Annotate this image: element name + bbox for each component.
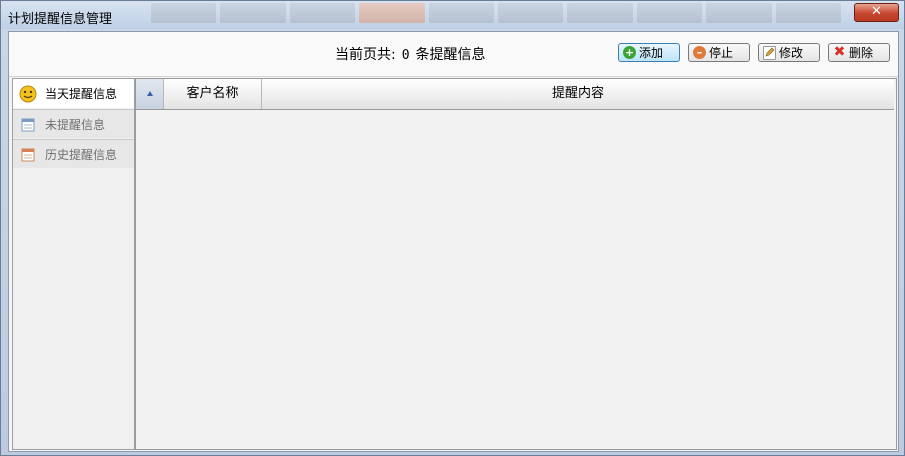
page-info-suffix: 条提醒信息 xyxy=(415,47,486,63)
sidebar-item-pending[interactable]: 未提醒信息 xyxy=(13,109,134,138)
stop-icon: – xyxy=(693,46,706,59)
title-bar[interactable]: 计划提醒信息管理 ✕ xyxy=(1,1,904,29)
toolbar: 当前页共: 0 条提醒信息 + 添加 – 停止 修改 ✖ 删除 xyxy=(9,32,898,77)
stop-button-label: 停止 xyxy=(709,46,734,60)
sidebar-item-label: 当天提醒信息 xyxy=(45,87,118,101)
column-header-customer-name[interactable]: 客户名称 xyxy=(164,79,262,109)
add-button-label: 添加 xyxy=(639,46,664,60)
delete-button-label: 删除 xyxy=(849,46,874,60)
calendar-icon xyxy=(19,115,37,133)
delete-icon: ✖ xyxy=(833,44,846,60)
edit-button-label: 修改 xyxy=(779,46,804,60)
grid-header: 客户名称 提醒内容 xyxy=(136,79,894,110)
add-icon: + xyxy=(623,46,636,59)
sidebar-item-today[interactable]: 当天提醒信息 xyxy=(13,79,134,108)
smiley-clock-icon xyxy=(19,85,37,103)
page-info: 当前页共: 0 条提醒信息 xyxy=(335,44,486,64)
app-window: 计划提醒信息管理 ✕ 当前页共: 0 条提醒信息 + 添加 – 停止 修改 ✖ … xyxy=(0,0,905,456)
reminder-grid[interactable]: 客户名称 提醒内容 xyxy=(135,78,897,450)
edit-button[interactable]: 修改 xyxy=(758,43,820,62)
delete-button[interactable]: ✖ 删除 xyxy=(828,43,890,62)
background-taskbar-blur xyxy=(151,3,842,27)
page-info-prefix: 当前页共: xyxy=(335,47,396,63)
close-button[interactable]: ✕ xyxy=(854,3,899,22)
sidebar-item-label: 未提醒信息 xyxy=(45,117,106,132)
edit-icon xyxy=(763,45,776,60)
sort-icon[interactable] xyxy=(136,79,164,109)
page-count: 0 xyxy=(401,48,410,63)
sidebar: 当天提醒信息 未提醒信息 历史提醒信息 xyxy=(12,78,135,450)
calendar-history-icon xyxy=(19,145,37,163)
sidebar-item-history[interactable]: 历史提醒信息 xyxy=(13,139,134,168)
client-area: 当前页共: 0 条提醒信息 + 添加 – 停止 修改 ✖ 删除 当天提醒信息 未… xyxy=(8,31,899,452)
stop-button[interactable]: – 停止 xyxy=(688,43,750,62)
add-button[interactable]: + 添加 xyxy=(618,43,680,62)
sidebar-item-label: 历史提醒信息 xyxy=(45,147,118,162)
column-header-reminder-content[interactable]: 提醒内容 xyxy=(262,79,894,109)
window-title: 计划提醒信息管理 xyxy=(8,12,113,27)
